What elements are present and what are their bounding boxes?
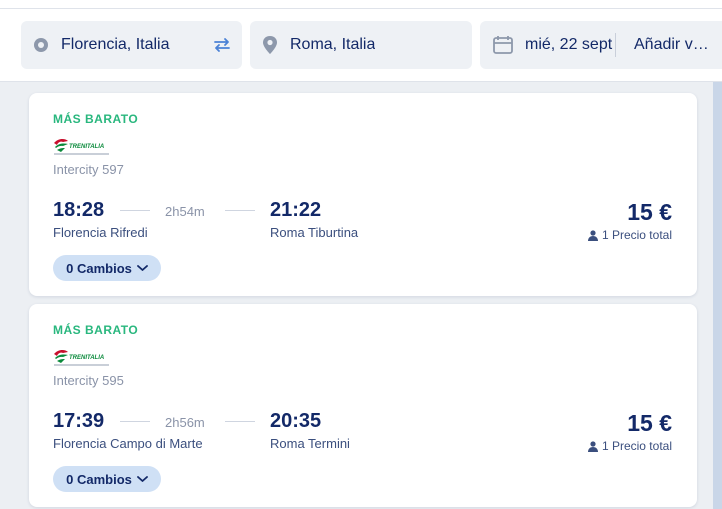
cheapest-badge: MÁS BARATO	[53, 112, 139, 126]
arrival-time: 20:35	[270, 410, 322, 432]
duration-line	[120, 210, 150, 211]
departure-time: 18:28	[53, 199, 105, 221]
origin-circle-icon	[33, 37, 49, 53]
date-field[interactable]: mié, 22 sept Añadir vu...	[480, 21, 722, 69]
changes-toggle[interactable]: 0 Cambios	[53, 255, 161, 281]
origin-field[interactable]: Florencia, Italia	[21, 21, 242, 69]
price-note: 1 Precio total	[587, 228, 672, 242]
cheapest-badge: MÁS BARATO	[53, 323, 139, 337]
add-return-button[interactable]: Añadir vu...	[634, 36, 714, 54]
origin-input-value[interactable]: Florencia, Italia	[61, 36, 170, 54]
result-card[interactable]: MÁS BARATO TRENITALIA Intercity 597 18:2…	[29, 93, 697, 296]
changes-label: 0 Cambios	[66, 260, 132, 276]
duration-line	[120, 421, 150, 422]
departure-time: 17:39	[53, 410, 105, 432]
price-note: 1 Precio total	[587, 439, 672, 453]
train-number: Intercity 597	[53, 162, 124, 177]
search-bar: Florencia, Italia Roma, Italia mié, 22 s…	[0, 0, 722, 82]
divider	[0, 8, 722, 9]
calendar-icon	[493, 36, 513, 54]
changes-label: 0 Cambios	[66, 471, 132, 487]
location-pin-icon	[262, 36, 278, 54]
duration-line	[225, 421, 255, 422]
arrival-station: Roma Termini	[270, 436, 350, 451]
operator-name: TRENITALIA	[69, 144, 104, 150]
map-preview[interactable]	[713, 82, 722, 509]
duration-line	[225, 210, 255, 211]
train-number: Intercity 595	[53, 373, 124, 388]
result-card[interactable]: MÁS BARATO TRENITALIA Intercity 595 17:3…	[29, 304, 697, 507]
swap-arrows-icon[interactable]	[212, 35, 232, 55]
departure-date[interactable]: mié, 22 sept	[525, 36, 615, 54]
price-note-label: 1 Precio total	[601, 228, 672, 242]
price: 15 €	[627, 410, 672, 436]
trip-duration: 2h56m	[165, 415, 205, 430]
trip-duration: 2h54m	[165, 204, 205, 219]
arrival-time: 21:22	[270, 199, 322, 221]
arrival-station: Roma Tiburtina	[270, 225, 359, 240]
price: 15 €	[627, 199, 672, 225]
departure-station: Florencia Rifredi	[53, 225, 148, 240]
field-divider	[615, 33, 616, 57]
chevron-down-icon	[136, 475, 148, 483]
person-icon	[587, 229, 598, 241]
operator-name: TRENITALIA	[69, 355, 104, 361]
chevron-down-icon	[136, 264, 148, 272]
destination-field[interactable]: Roma, Italia	[250, 21, 472, 69]
destination-input-value[interactable]: Roma, Italia	[290, 36, 375, 54]
price-note-label: 1 Precio total	[601, 439, 672, 453]
trenitalia-logo: TRENITALIA	[53, 349, 111, 369]
person-icon	[587, 440, 598, 452]
changes-toggle[interactable]: 0 Cambios	[53, 466, 161, 492]
trenitalia-logo: TRENITALIA	[53, 138, 111, 158]
departure-station: Florencia Campo di Marte	[53, 436, 203, 451]
